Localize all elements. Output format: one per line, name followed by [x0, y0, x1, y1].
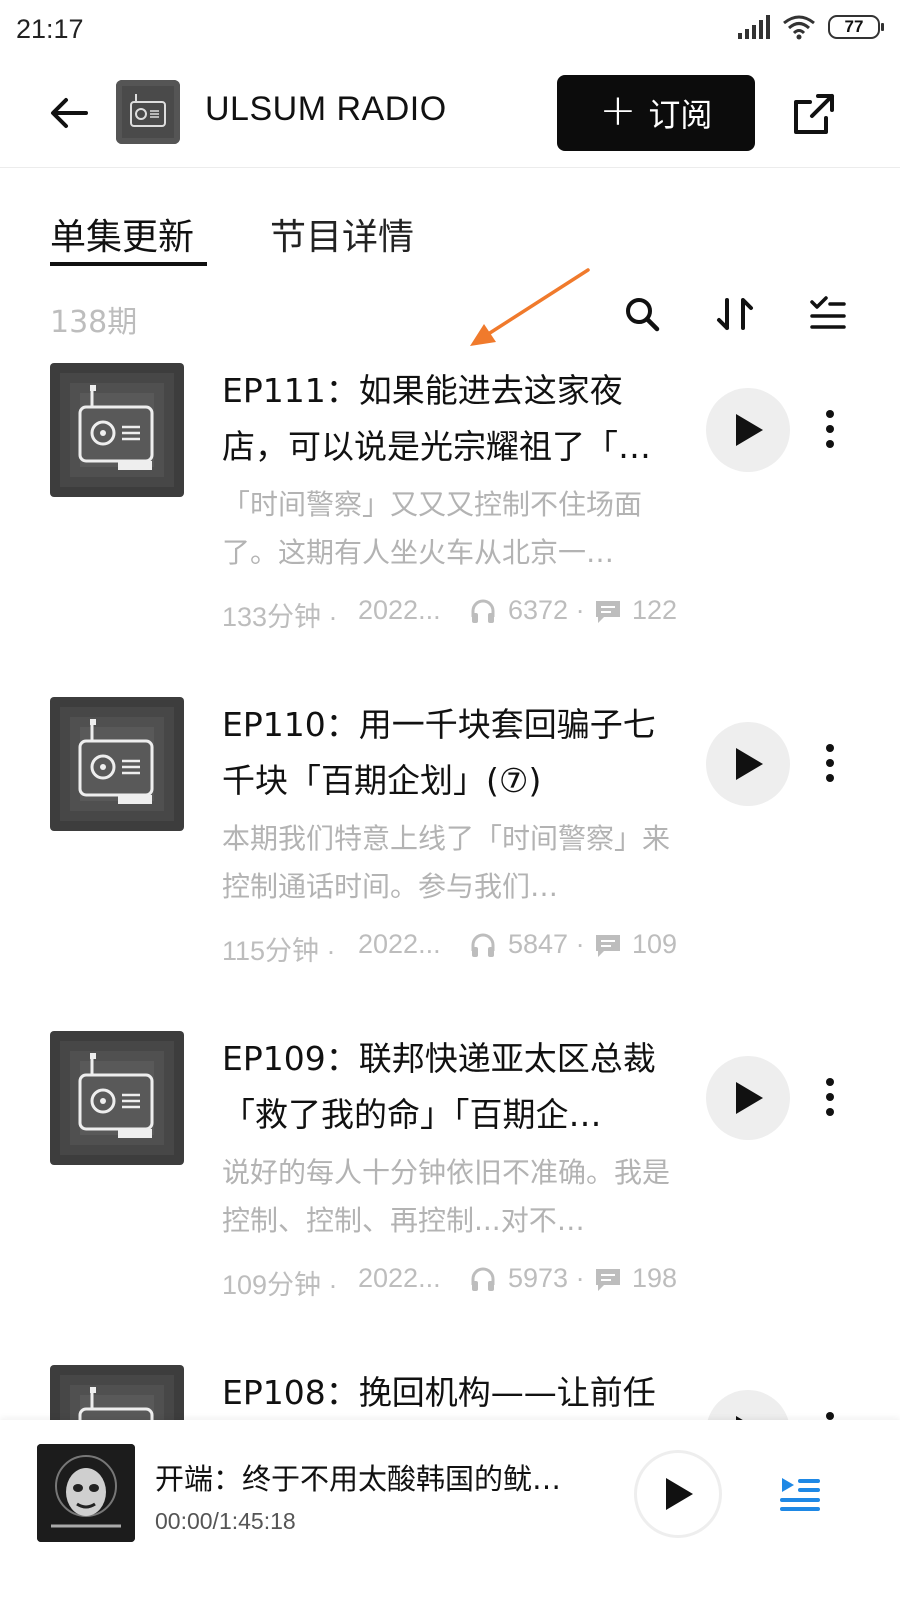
headphones-icon [471, 933, 495, 957]
radio-icon [50, 1031, 184, 1165]
comment-icon [596, 1269, 620, 1291]
radio-icon [50, 363, 184, 497]
episode-count: 138期 [50, 305, 138, 340]
signal-icon [738, 15, 770, 39]
plus-icon: + [599, 85, 637, 136]
header-bar: ULSUM RADIO + 订阅 [0, 62, 900, 168]
mini-player-play-button[interactable] [634, 1450, 722, 1538]
tab-episodes[interactable]: 单集更新 [50, 208, 194, 260]
batch-select-icon[interactable] [808, 294, 848, 334]
episode-comment-count: 198 [632, 1263, 678, 1293]
episode-item[interactable]: EP109：联邦快递亚太区总裁「救了我的命」「百期企… 说好的每人十分钟依旧不准… [0, 1031, 900, 1365]
mini-player[interactable]: 开端：终于不用太酸韩国的鱿… 00:00/1:45:18 [0, 1420, 900, 1600]
play-icon [736, 748, 763, 780]
episode-meta: 133分钟 · 2022... 6372 · 122 [222, 595, 692, 632]
more-options-icon[interactable] [812, 408, 848, 450]
episode-date: 2022... [358, 929, 441, 959]
episode-cover [50, 697, 184, 831]
headphones-icon [471, 599, 495, 623]
episode-comment-count: 122 [632, 595, 678, 625]
more-options-icon[interactable] [812, 1410, 848, 1420]
episode-date: 2022... [358, 595, 441, 625]
status-time: 21:17 [16, 14, 84, 44]
channel-name: ULSUM RADIO [205, 90, 447, 128]
play-icon [736, 414, 763, 446]
episode-play-count: 5847 · [508, 929, 585, 959]
episode-item[interactable]: EP111：如果能进去这家夜店，可以说是光宗耀祖了「… 「时间警察」又又又控制不… [0, 363, 900, 697]
comment-icon [596, 935, 620, 957]
sort-icon[interactable] [715, 294, 755, 334]
episode-item[interactable]: EP108：挽回机构——让前任 [0, 1365, 900, 1420]
tab-details[interactable]: 节目详情 [270, 208, 414, 260]
episode-cover [50, 1365, 184, 1420]
episode-description: 本期我们特意上线了「时间警察」来控制通话时间。参与我们… [222, 822, 671, 903]
episode-play-count: 6372 · [508, 595, 585, 625]
subscribe-button[interactable]: + 订阅 [557, 75, 755, 151]
radio-icon [50, 697, 184, 831]
episode-description: 「时间警察」又又又控制不住场面了。这期有人坐火车从北京一… [222, 488, 643, 569]
tab-bar: 单集更新 节目详情 [0, 168, 900, 268]
radio-icon [50, 1365, 184, 1420]
episode-description: 说好的每人十分钟依旧不准确。我是控制、控制、再控制...对不… [222, 1156, 671, 1237]
episode-play-button[interactable] [706, 1390, 790, 1420]
episode-title[interactable]: EP110：用一千块套回骗子七千块「百期企划」(⑦) [222, 697, 682, 809]
podcast-cover-icon [37, 1444, 135, 1542]
episode-duration: 115分钟 · [222, 936, 336, 966]
playlist-icon[interactable] [778, 1472, 822, 1516]
episode-comment-count: 109 [632, 929, 678, 959]
episode-duration: 109分钟 · [222, 1270, 338, 1300]
now-playing-title[interactable]: 开端：终于不用太酸韩国的鱿… [155, 1456, 595, 1498]
share-icon[interactable] [788, 88, 840, 140]
play-icon [736, 1082, 763, 1114]
status-bar: 21:17 77 [0, 0, 900, 62]
episode-title[interactable]: EP111：如果能进去这家夜店，可以说是光宗耀祖了「… [222, 363, 682, 475]
subscribe-label: 订阅 [648, 96, 713, 134]
episode-meta: 109分钟 · 2022... 5973 · 198 [222, 1263, 692, 1300]
more-options-icon[interactable] [812, 1076, 848, 1118]
comment-icon [596, 601, 620, 623]
play-icon [666, 1478, 693, 1510]
episode-date: 2022... [358, 1263, 441, 1293]
episode-play-button[interactable] [706, 722, 790, 806]
channel-logo[interactable] [116, 80, 180, 144]
more-options-icon[interactable] [812, 742, 848, 784]
episode-cover [50, 1031, 184, 1165]
episode-play-button[interactable] [706, 1056, 790, 1140]
episode-meta: 115分钟 · 2022... 5847 · 109 [222, 929, 692, 966]
search-icon[interactable] [622, 294, 662, 334]
battery-indicator: 77 [828, 15, 884, 39]
now-playing-cover[interactable] [37, 1444, 135, 1542]
back-arrow-icon[interactable] [46, 90, 92, 136]
active-tab-indicator [50, 262, 207, 266]
episode-title[interactable]: EP109：联邦快递亚太区总裁「救了我的命」「百期企… [222, 1031, 682, 1143]
now-playing-time: 00:00/1:45:18 [155, 1508, 296, 1534]
status-icons: 77 [738, 14, 884, 40]
episode-item[interactable]: EP110：用一千块套回骗子七千块「百期企划」(⑦) 本期我们特意上线了「时间警… [0, 697, 900, 1031]
episode-cover [50, 363, 184, 497]
episode-play-button[interactable] [706, 388, 790, 472]
radio-icon [116, 80, 180, 144]
episode-title[interactable]: EP108：挽回机构——让前任 [222, 1365, 682, 1420]
play-icon [736, 1416, 743, 1420]
wifi-icon [783, 15, 815, 40]
headphones-icon [471, 1267, 495, 1291]
episode-play-count: 5973 · [508, 1263, 585, 1293]
annotation-arrow-icon [470, 268, 590, 346]
episode-duration: 133分钟 · [222, 602, 338, 632]
